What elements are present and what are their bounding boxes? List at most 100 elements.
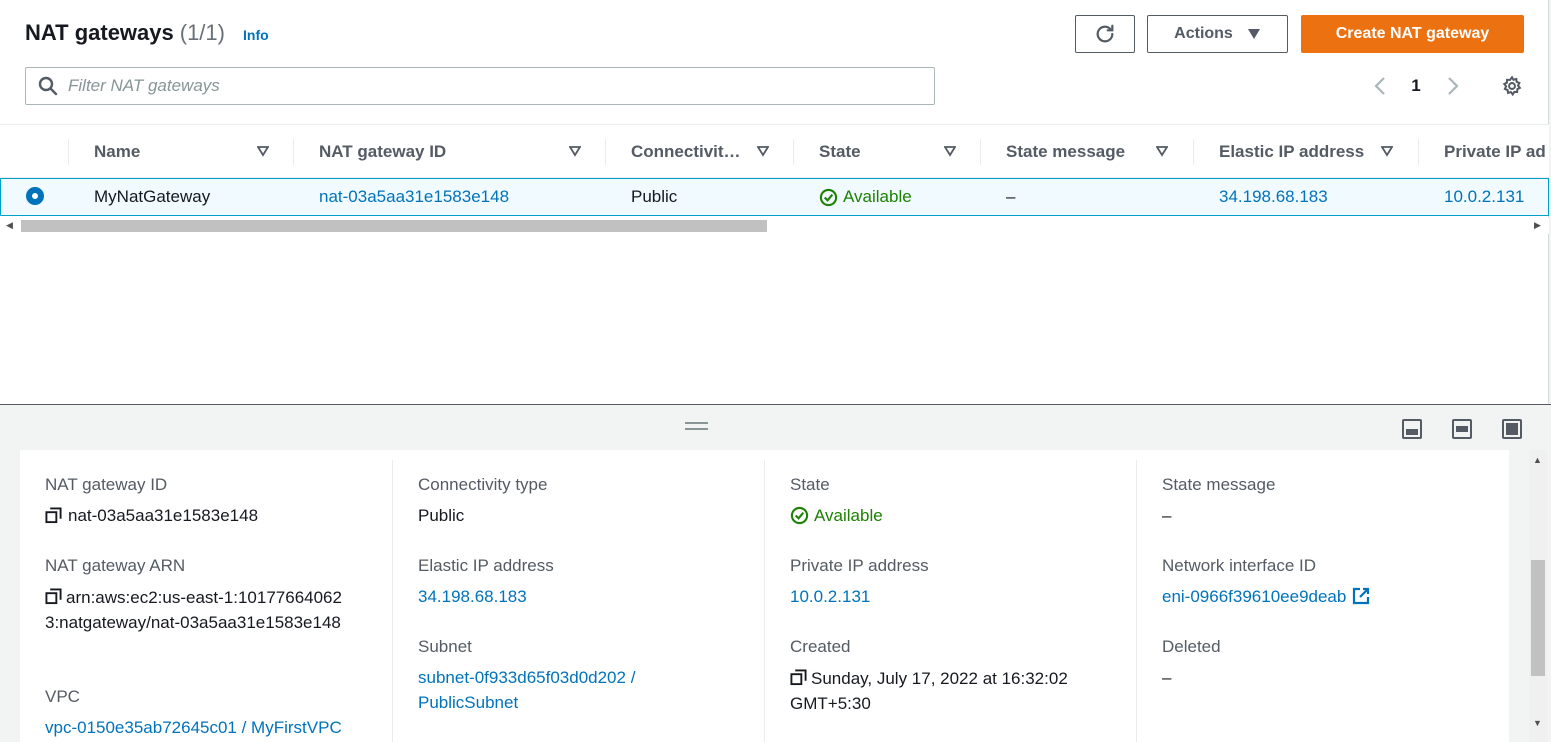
elastic-ip-label: Elastic IP address	[418, 556, 554, 575]
column-separator	[793, 139, 794, 165]
sort-icon	[757, 146, 769, 157]
current-page[interactable]: 1	[1404, 72, 1428, 100]
network-interface-link[interactable]: eni-0966f39610ee9deab	[1162, 584, 1370, 609]
private-ip-label: Private IP address	[790, 556, 929, 575]
state-message-label: State message	[1162, 475, 1276, 494]
previous-page-button[interactable]	[1370, 72, 1390, 100]
split-side-view-icon[interactable]	[1452, 419, 1472, 439]
connectivity-type-value: Public	[418, 506, 465, 525]
create-nat-gateway-button[interactable]: Create NAT gateway	[1301, 15, 1524, 53]
column-header-label: Name	[94, 141, 141, 161]
subnet-link[interactable]: subnet-0f933d65f03d0d202 / PublicSubnet	[418, 665, 678, 715]
sort-icon	[1156, 146, 1168, 157]
table-preferences-button[interactable]	[1499, 72, 1525, 100]
network-interface-label: Network interface ID	[1162, 556, 1316, 575]
row-select-radio[interactable]	[26, 187, 44, 205]
scroll-right-arrow-icon[interactable]: ▶	[1534, 220, 1541, 231]
column-separator	[980, 139, 981, 165]
actions-dropdown[interactable]: Actions	[1147, 15, 1288, 53]
split-bottom-view-icon[interactable]	[1402, 419, 1422, 439]
vpc-link[interactable]: vpc-0150e35ab72645c01 / MyFirstVPC	[45, 715, 342, 740]
copy-icon[interactable]	[45, 588, 62, 605]
filter-box[interactable]	[25, 67, 935, 105]
sort-icon	[257, 146, 269, 157]
horizontal-scroll-thumb[interactable]	[21, 220, 767, 232]
chevron-right-icon	[1448, 77, 1459, 95]
created-label: Created	[790, 637, 851, 656]
nat-gateway-arn-value: arn:aws:ec2:us-east-1:101776640623:natga…	[45, 584, 345, 635]
column-header-nat-gateway-id[interactable]: NAT gateway ID	[319, 125, 589, 178]
details-column-4: State message – Network interface ID eni…	[1162, 460, 1492, 742]
sort-icon	[944, 146, 956, 157]
vertical-scrollbar[interactable]: ▲ ▼	[1529, 450, 1547, 742]
deleted-value: –	[1162, 668, 1172, 687]
cell-elastic-ip-link[interactable]: 34.198.68.183	[1219, 179, 1328, 215]
horizontal-scrollbar[interactable]: ◀ ▶	[0, 218, 1549, 234]
private-ip-link[interactable]: 10.0.2.131	[790, 584, 870, 609]
column-header-state-message[interactable]: State message	[1006, 125, 1176, 178]
column-separator	[605, 139, 606, 165]
nat-gateway-details: NAT gateway ID nat-03a5aa31e1583e148 NAT…	[20, 450, 1509, 742]
actions-label: Actions	[1174, 25, 1233, 42]
connectivity-type-label: Connectivity type	[418, 475, 548, 494]
table-header: Name NAT gateway ID Connectivit… State S…	[0, 124, 1549, 178]
status-ok-icon	[819, 188, 838, 206]
cell-state-message: –	[1006, 187, 1016, 206]
nat-gateway-arn-label: NAT gateway ARN	[45, 556, 186, 575]
vertical-scroll-thumb[interactable]	[1531, 560, 1545, 676]
column-separator	[293, 139, 294, 165]
state-text: Available	[814, 506, 883, 525]
nat-gateways-panel: NAT gateways (1/1) Info Actions Create NA…	[0, 0, 1549, 404]
table-row[interactable]: MyNatGateway nat-03a5aa31e1583e148 Publi…	[0, 178, 1549, 216]
column-header-label: Elastic IP address	[1219, 141, 1365, 161]
column-header-label: State	[819, 141, 861, 161]
cell-nat-gateway-id-link[interactable]: nat-03a5aa31e1583e148	[319, 179, 509, 215]
details-column-2: Connectivity type Public Elastic IP addr…	[418, 460, 748, 742]
nat-gateway-id-value: nat-03a5aa31e1583e148	[45, 503, 258, 528]
column-separator	[1136, 460, 1137, 742]
chevron-left-icon	[1374, 77, 1385, 95]
status-ok-icon	[790, 506, 809, 525]
sort-icon	[569, 146, 581, 157]
column-header-connectivity[interactable]: Connectivit…	[631, 125, 776, 178]
filter-input[interactable]	[68, 76, 888, 96]
nat-gateway-id-text: nat-03a5aa31e1583e148	[68, 506, 259, 525]
state-message-value: –	[1162, 506, 1172, 525]
sort-icon	[1381, 146, 1393, 157]
external-link-icon	[1353, 587, 1370, 605]
info-link[interactable]: Info	[243, 27, 269, 43]
split-full-view-icon[interactable]	[1502, 419, 1522, 439]
refresh-button[interactable]	[1075, 15, 1135, 53]
caret-down-icon	[1247, 29, 1260, 39]
column-header-state[interactable]: State	[819, 125, 964, 178]
column-header-private-ip[interactable]: Private IP ad	[1444, 125, 1548, 178]
cell-connectivity: Public	[631, 187, 678, 206]
cell-private-ip-link[interactable]: 10.0.2.131	[1444, 179, 1524, 215]
elastic-ip-link[interactable]: 34.198.68.183	[418, 584, 527, 609]
column-header-elastic-ip[interactable]: Elastic IP address	[1219, 125, 1401, 178]
split-panel-divider	[0, 404, 1551, 405]
scroll-up-arrow-icon[interactable]: ▲	[1533, 455, 1542, 465]
subnet-label: Subnet	[418, 637, 472, 656]
column-separator	[1418, 139, 1419, 165]
split-panel-drag-handle-icon[interactable]	[685, 422, 708, 430]
vpc-label: VPC	[45, 687, 80, 706]
copy-icon[interactable]	[790, 669, 807, 686]
refresh-icon	[1096, 24, 1114, 43]
column-header-label: Connectivit…	[631, 141, 741, 161]
column-header-name[interactable]: Name	[94, 125, 279, 178]
column-separator	[68, 139, 69, 165]
nat-gateway-id-label: NAT gateway ID	[45, 475, 168, 494]
deleted-label: Deleted	[1162, 637, 1221, 656]
copy-icon[interactable]	[45, 507, 62, 524]
created-text: Sunday, July 17, 2022 at 16:32:02 GMT+5:…	[790, 669, 1068, 713]
column-separator	[764, 460, 765, 742]
network-interface-text: eni-0966f39610ee9deab	[1162, 587, 1347, 606]
column-header-label: NAT gateway ID	[319, 141, 447, 161]
scroll-left-arrow-icon[interactable]: ◀	[6, 220, 13, 231]
cell-name: MyNatGateway	[94, 187, 211, 206]
next-page-button[interactable]	[1443, 72, 1463, 100]
item-count: (1/1)	[179, 20, 225, 45]
scroll-down-arrow-icon[interactable]: ▼	[1533, 718, 1542, 728]
page-title-text: NAT gateways	[25, 20, 174, 45]
